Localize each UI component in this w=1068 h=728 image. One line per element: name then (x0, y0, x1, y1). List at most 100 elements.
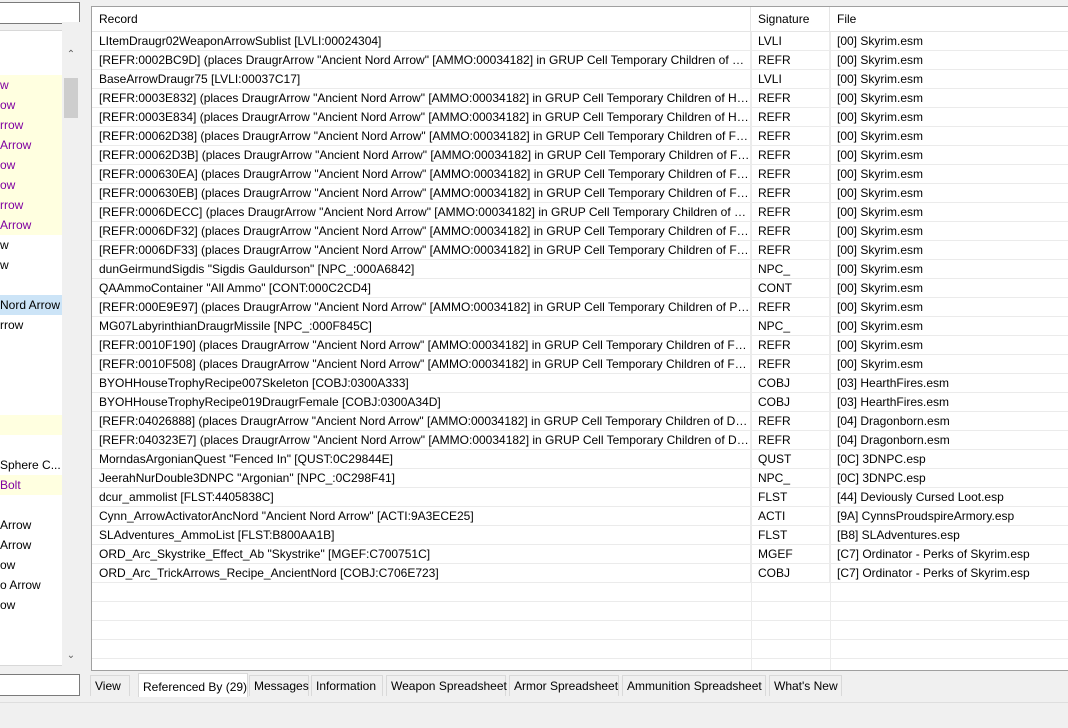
empty-row (92, 621, 1068, 640)
navigation-row-label: Bolt (0, 478, 21, 492)
cell-signature: NPC_ (751, 260, 830, 278)
cell-record: dunGeirmundSigdis "Sigdis Gauldurson" [N… (92, 260, 751, 278)
table-row[interactable]: [REFR:0003E834] (places DraugrArrow "Anc… (92, 108, 1068, 127)
cell-file: [00] Skyrim.esm (830, 70, 1068, 88)
table-row[interactable]: MG07LabyrinthianDraugrMissile [NPC_:000F… (92, 317, 1068, 336)
table-row[interactable]: [REFR:04026888] (places DraugrArrow "Anc… (92, 412, 1068, 431)
navigation-row[interactable]: w (0, 75, 62, 95)
table-row[interactable]: MorndasArgonianQuest "Fenced In" [QUST:0… (92, 450, 1068, 469)
cell-record: LItemDraugr02WeaponArrowSublist [LVLI:00… (92, 32, 751, 50)
navigation-row-label: ow (0, 598, 16, 612)
navigation-filter-input[interactable] (0, 2, 80, 24)
table-row[interactable]: [REFR:000630EB] (places DraugrArrow "Anc… (92, 184, 1068, 203)
tab-weapon-spreadsheet[interactable]: Weapon Spreadsheet (386, 675, 507, 696)
cell-record: [REFR:04026888] (places DraugrArrow "Anc… (92, 412, 751, 430)
navigation-row[interactable]: rrow (0, 115, 62, 135)
cell-signature: FLST (751, 526, 830, 544)
tab-view[interactable]: View (90, 675, 130, 696)
column-header-file[interactable]: File (830, 7, 1068, 32)
table-row[interactable]: [REFR:0010F190] (places DraugrArrow "Anc… (92, 336, 1068, 355)
navigation-scrollbar[interactable]: ⌃ ⌄ (62, 22, 80, 666)
navigation-row[interactable]: Arrow (0, 215, 62, 235)
table-row[interactable]: [REFR:00062D38] (places DraugrArrow "Anc… (92, 127, 1068, 146)
table-row[interactable]: BaseArrowDraugr75 [LVLI:00037C17] LVLI [00… (92, 70, 1068, 89)
chevron-up-icon[interactable]: ⌃ (62, 46, 80, 63)
navigation-row[interactable]: Arrow (0, 535, 62, 555)
cell-record: ORD_Arc_Skystrike_Effect_Ab "Skystrike" … (92, 545, 751, 563)
table-row[interactable]: [REFR:000630EA] (places DraugrArrow "Anc… (92, 165, 1068, 184)
navigation-row[interactable] (0, 375, 62, 395)
navigation-row[interactable]: ow (0, 595, 62, 615)
table-row[interactable]: [REFR:00062D3B] (places DraugrArrow "Anc… (92, 146, 1068, 165)
navigation-row[interactable] (0, 435, 62, 455)
table-row[interactable]: [REFR:000E9E97] (places DraugrArrow "Anc… (92, 298, 1068, 317)
navigation-row[interactable] (0, 495, 62, 515)
scrollbar-thumb[interactable] (64, 78, 78, 118)
navigation-row-label: ow (0, 158, 16, 172)
navigation-row[interactable] (0, 335, 62, 355)
navigation-row[interactable] (0, 395, 62, 415)
cell-file: [00] Skyrim.esm (830, 127, 1068, 145)
navigation-row[interactable] (0, 355, 62, 375)
navigation-row[interactable]: Nord Arrow (0, 295, 62, 315)
navigation-row[interactable]: rrow (0, 315, 62, 335)
table-row[interactable]: [REFR:040323E7] (places DraugrArrow "Anc… (92, 431, 1068, 450)
table-row[interactable]: [REFR:0003E832] (places DraugrArrow "Anc… (92, 89, 1068, 108)
navigation-row-label: w (0, 258, 9, 272)
navigation-row[interactable]: ow (0, 155, 62, 175)
cell-signature: REFR (751, 89, 830, 107)
navigation-row[interactable]: Arrow (0, 135, 62, 155)
xedit-window: w ow rrow Arrow ow ow rrow Arrow w w Nord Arrow rro… (0, 0, 1068, 728)
navigation-row[interactable]: rrow (0, 195, 62, 215)
table-row[interactable]: JeerahNurDouble3DNPC "Argonian" [NPC_:0C… (92, 469, 1068, 488)
table-row[interactable]: LItemDraugr02WeaponArrowSublist [LVLI:00… (92, 32, 1068, 51)
cell-file: [00] Skyrim.esm (830, 279, 1068, 297)
cell-file: [00] Skyrim.esm (830, 89, 1068, 107)
navigation-row[interactable]: Sphere C... (0, 455, 62, 475)
table-row[interactable]: [REFR:0010F508] (places DraugrArrow "Anc… (92, 355, 1068, 374)
navigation-row[interactable]: ow (0, 175, 62, 195)
table-row[interactable]: [REFR:0002BC9D] (places DraugrArrow "Anc… (92, 51, 1068, 70)
navigation-row-label: Arrow (0, 218, 32, 232)
tab-ammunition-spreadsheet[interactable]: Ammunition Spreadsheet (622, 675, 766, 696)
table-row[interactable]: ORD_Arc_Skystrike_Effect_Ab "Skystrike" … (92, 545, 1068, 564)
tab-armor-spreadsheet[interactable]: Armor Spreadsheet (509, 675, 619, 696)
table-row[interactable]: BYOHHouseTrophyRecipe007Skeleton [COBJ:0… (92, 374, 1068, 393)
column-header-signature[interactable]: Signature (751, 7, 830, 32)
navigation-row-label: w (0, 238, 9, 252)
table-row[interactable]: [REFR:0006DF33] (places DraugrArrow "Anc… (92, 241, 1068, 260)
column-header-record[interactable]: Record (92, 7, 751, 32)
table-row[interactable]: [REFR:0006DECC] (places DraugrArrow "Anc… (92, 203, 1068, 222)
cell-signature: REFR (751, 431, 830, 449)
table-row[interactable]: SLAdventures_AmmoList [FLST:B800AA1B] FLS… (92, 526, 1068, 545)
table-row[interactable]: dunGeirmundSigdis "Sigdis Gauldurson" [N… (92, 260, 1068, 279)
cell-file: [44] Deviously Cursed Loot.esp (830, 488, 1068, 506)
tab-referenced-by[interactable]: Referenced By (29) (138, 673, 248, 697)
tab-messages[interactable]: Messages (249, 675, 309, 696)
cell-signature: QUST (751, 450, 830, 468)
cell-file: [C7] Ordinator - Perks of Skyrim.esp (830, 564, 1068, 582)
cell-record: Cynn_ArrowActivatorAncNord "Ancient Nord… (92, 507, 751, 525)
file-filter-input[interactable] (0, 674, 80, 696)
navigation-row[interactable] (0, 275, 62, 295)
table-row[interactable]: ORD_Arc_TrickArrows_Recipe_AncientNord [… (92, 564, 1068, 583)
navigation-row[interactable]: Bolt (0, 475, 62, 495)
referenced-by-grid[interactable]: Record Signature File LItemDraugr02Weapo… (91, 6, 1068, 671)
navigation-row[interactable]: ow (0, 555, 62, 575)
navigation-row[interactable]: o Arrow (0, 575, 62, 595)
tab-whats-new[interactable]: What's New (769, 675, 842, 696)
navigation-row[interactable]: Arrow (0, 515, 62, 535)
navigation-row[interactable]: w (0, 235, 62, 255)
tab-information[interactable]: Information (311, 675, 383, 696)
table-row[interactable]: dcur_ammolist [FLST:4405838C] FLST [44] De… (92, 488, 1068, 507)
navigation-row[interactable] (0, 415, 62, 435)
cell-record: BYOHHouseTrophyRecipe019DraugrFemale [CO… (92, 393, 751, 411)
chevron-down-icon[interactable]: ⌄ (62, 647, 80, 664)
cell-record: MorndasArgonianQuest "Fenced In" [QUST:0… (92, 450, 751, 468)
table-row[interactable]: BYOHHouseTrophyRecipe019DraugrFemale [CO… (92, 393, 1068, 412)
navigation-row[interactable]: ow (0, 95, 62, 115)
table-row[interactable]: [REFR:0006DF32] (places DraugrArrow "Anc… (92, 222, 1068, 241)
table-row[interactable]: Cynn_ArrowActivatorAncNord "Ancient Nord… (92, 507, 1068, 526)
navigation-row[interactable]: w (0, 255, 62, 275)
table-row[interactable]: QAAmmoContainer "All Ammo" [CONT:000C2CD… (92, 279, 1068, 298)
